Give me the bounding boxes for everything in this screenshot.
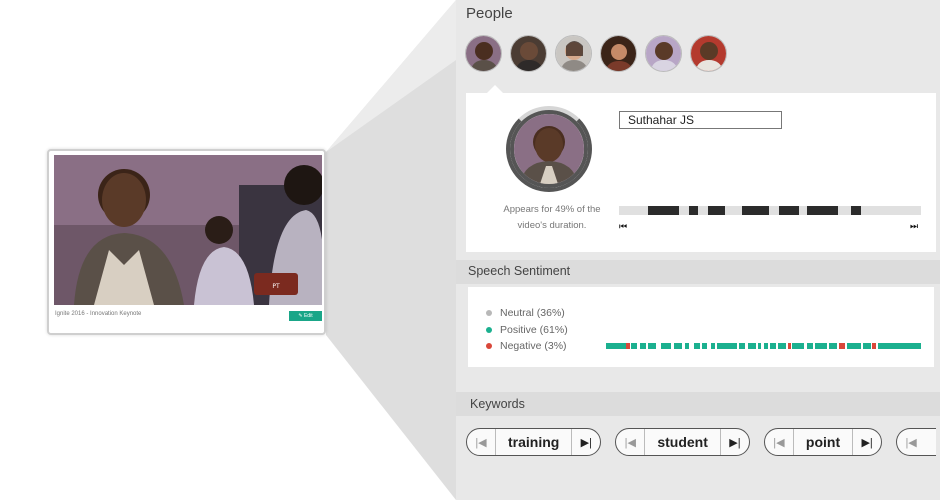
keyword-chip: |◀ student ▶| bbox=[615, 428, 750, 456]
sentiment-timeline[interactable] bbox=[606, 343, 921, 349]
person-detail-card: Appears for 49% of the video's duration.… bbox=[466, 85, 936, 252]
positive-dot-icon bbox=[486, 326, 492, 333]
person-avatar[interactable] bbox=[690, 35, 727, 72]
sentiment-segment bbox=[807, 343, 813, 349]
appearance-segment bbox=[742, 206, 769, 215]
sentiment-segment bbox=[711, 343, 715, 349]
keywords-header: Keywords bbox=[456, 392, 940, 416]
sentiment-segment bbox=[764, 343, 768, 349]
sentiment-segment bbox=[748, 343, 756, 349]
sentiment-segment bbox=[631, 343, 637, 349]
keyword-label[interactable]: student bbox=[644, 429, 721, 455]
sentiment-segment bbox=[839, 343, 845, 349]
speech-sentiment-panel: Neutral (36%) Positive (61%) Negative (3… bbox=[468, 287, 934, 367]
insights-screen: PT Ignite 2016 - Innovation Keynote ✎ Ed… bbox=[0, 0, 940, 500]
skip-previous-icon[interactable]: ⏮ bbox=[619, 221, 627, 232]
sentiment-segment bbox=[648, 343, 656, 349]
sentiment-segment bbox=[863, 343, 871, 349]
keyword-label[interactable]: point bbox=[792, 429, 854, 455]
keyword-prev-icon[interactable]: |◀ bbox=[616, 436, 644, 449]
people-avatar-list bbox=[465, 35, 727, 72]
edit-button[interactable]: ✎ Edit bbox=[289, 311, 322, 321]
keyword-next-icon[interactable]: ▶| bbox=[572, 436, 600, 449]
sentiment-segment bbox=[788, 343, 791, 349]
person-avatar[interactable] bbox=[555, 35, 592, 72]
card-pointer bbox=[486, 85, 504, 94]
appearance-segment bbox=[807, 206, 838, 215]
neutral-dot-icon bbox=[486, 310, 492, 317]
legend-neutral: Neutral (36%) bbox=[486, 305, 568, 322]
sentiment-segment bbox=[685, 343, 689, 349]
sentiment-segment bbox=[778, 343, 786, 349]
appearance-description: Appears for 49% of the video's duration. bbox=[503, 204, 601, 231]
keyword-prev-icon[interactable]: |◀ bbox=[765, 436, 793, 449]
keyword-chip: |◀ point ▶| bbox=[763, 428, 883, 456]
sentiment-segment bbox=[829, 343, 837, 349]
speech-sentiment-title: Speech Sentiment bbox=[468, 264, 571, 278]
sentiment-segment bbox=[770, 343, 776, 349]
video-preview[interactable]: PT bbox=[54, 155, 322, 305]
sentiment-segment bbox=[758, 343, 761, 349]
person-avatar[interactable] bbox=[645, 35, 682, 72]
sentiment-segment bbox=[702, 343, 707, 349]
speech-sentiment-header: Speech Sentiment bbox=[456, 260, 940, 284]
video-thumbnail-card[interactable]: PT Ignite 2016 - Innovation Keynote ✎ Ed… bbox=[47, 149, 326, 335]
sentiment-segment bbox=[717, 343, 737, 349]
video-title: Ignite 2016 - Innovation Keynote bbox=[55, 311, 142, 317]
sentiment-segment bbox=[847, 343, 861, 349]
appearance-segment bbox=[708, 206, 725, 215]
appearance-segment bbox=[689, 206, 698, 215]
insights-panel: People Appears for 49% of the video's du… bbox=[456, 0, 940, 500]
sentiment-segment bbox=[815, 343, 827, 349]
keywords-list: |◀ training ▶| |◀ student ▶| |◀ point ▶|… bbox=[466, 428, 937, 456]
person-photo bbox=[510, 110, 588, 188]
sentiment-segment bbox=[792, 343, 804, 349]
sentiment-segment bbox=[606, 343, 626, 349]
person-avatar[interactable] bbox=[600, 35, 637, 72]
keyword-prev-icon[interactable]: |◀ bbox=[897, 436, 925, 449]
appearance-segment bbox=[779, 206, 799, 215]
keywords-title: Keywords bbox=[470, 397, 525, 411]
appearance-segment bbox=[851, 206, 861, 215]
keyword-chip-partial: |◀ bbox=[896, 428, 937, 456]
sentiment-segment bbox=[878, 343, 921, 349]
sentiment-segment bbox=[640, 343, 646, 349]
person-name-field[interactable]: Suthahar JS bbox=[619, 111, 782, 129]
person-avatar-selected[interactable] bbox=[465, 35, 502, 72]
legend-negative: Negative (3%) bbox=[486, 338, 568, 355]
keyword-label[interactable]: training bbox=[495, 429, 573, 455]
sentiment-segment bbox=[626, 343, 630, 349]
sentiment-segment bbox=[661, 343, 671, 349]
negative-dot-icon bbox=[486, 343, 492, 350]
keyword-chip: |◀ training ▶| bbox=[466, 428, 602, 456]
person-avatar[interactable] bbox=[510, 35, 547, 72]
sentiment-legend: Neutral (36%) Positive (61%) Negative (3… bbox=[486, 305, 568, 355]
appearance-segment bbox=[648, 206, 679, 215]
sentiment-segment bbox=[694, 343, 700, 349]
appearance-timeline[interactable] bbox=[619, 206, 921, 215]
legend-positive: Positive (61%) bbox=[486, 322, 568, 339]
video-frame-image: PT bbox=[54, 155, 322, 305]
sentiment-segment bbox=[674, 343, 682, 349]
keyword-prev-icon[interactable]: |◀ bbox=[467, 436, 495, 449]
sentiment-segment bbox=[739, 343, 745, 349]
svg-text:PT: PT bbox=[272, 283, 280, 290]
keyword-next-icon[interactable]: ▶| bbox=[721, 436, 749, 449]
keyword-next-icon[interactable]: ▶| bbox=[853, 436, 881, 449]
skip-next-icon[interactable]: ⏭ bbox=[910, 221, 918, 232]
people-heading: People bbox=[466, 5, 513, 22]
sentiment-segment bbox=[872, 343, 876, 349]
